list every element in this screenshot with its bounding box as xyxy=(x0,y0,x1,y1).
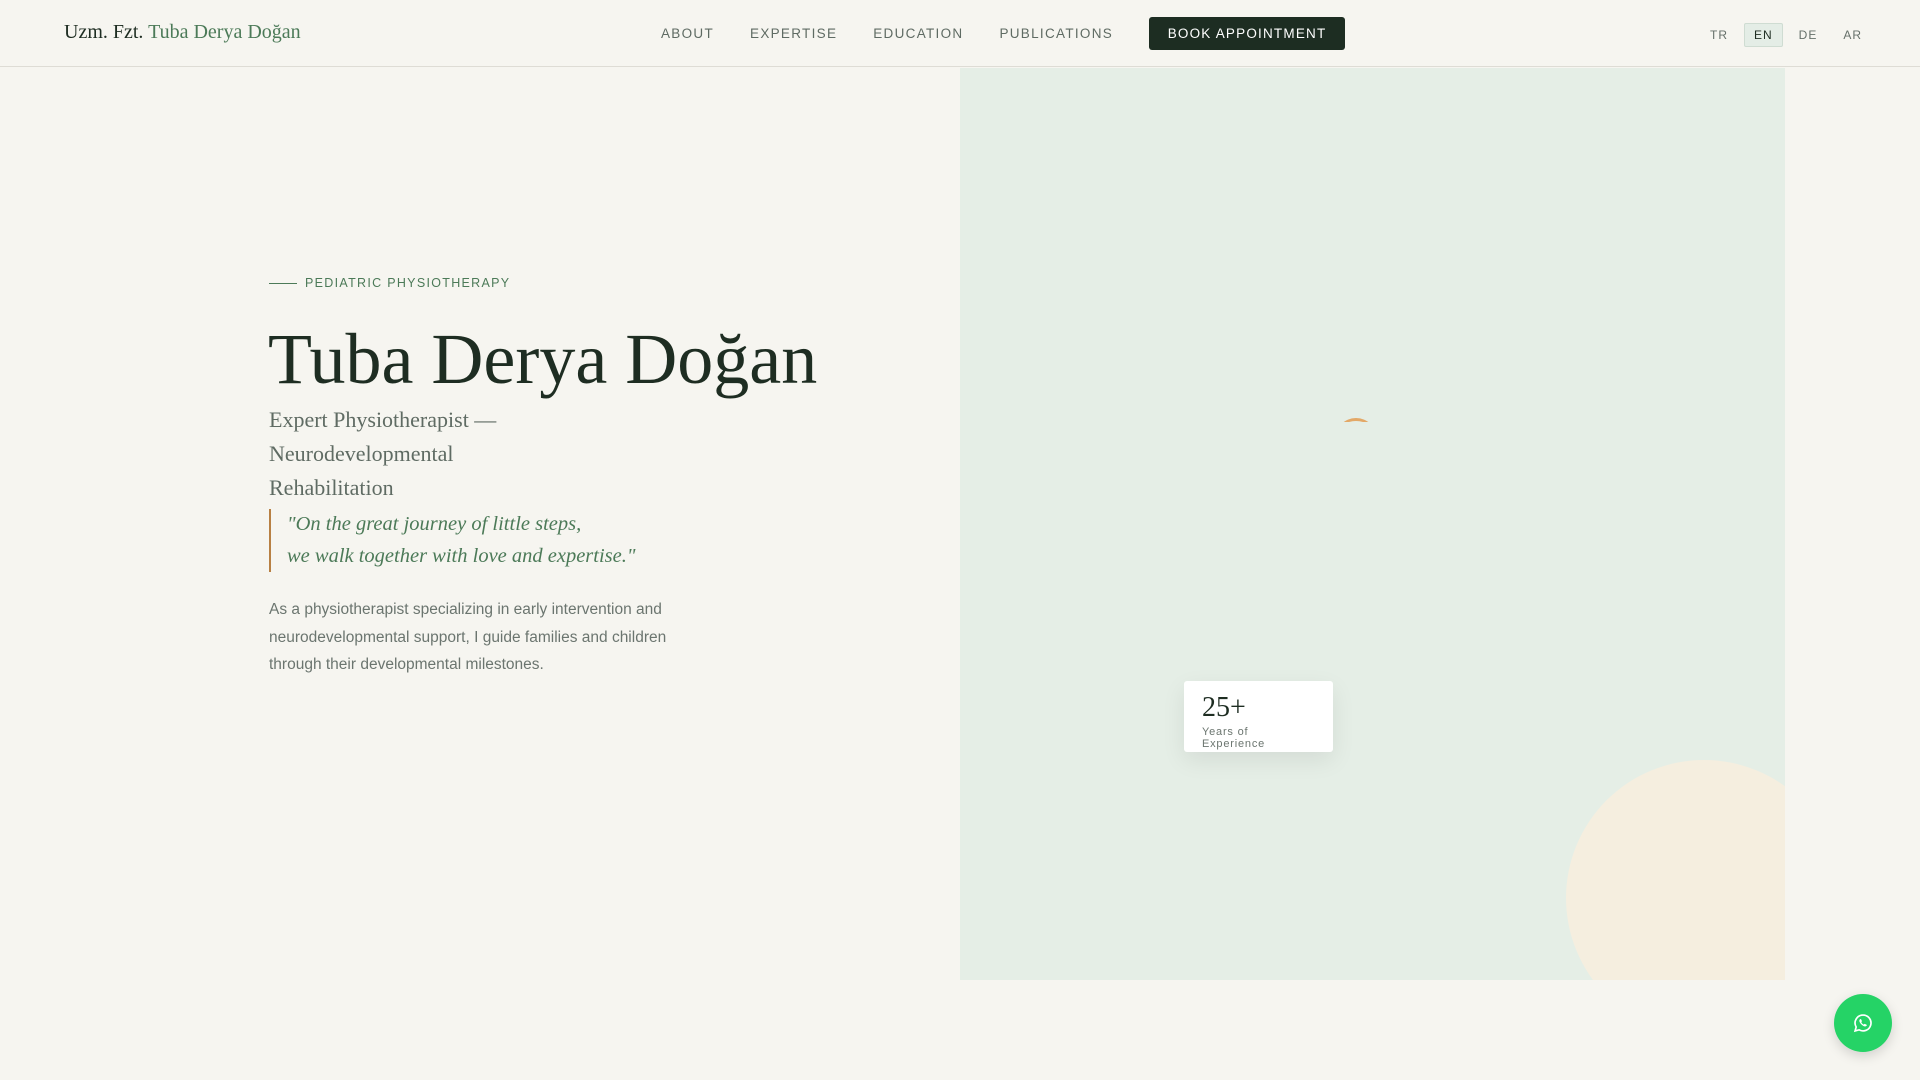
hero-tag: PEDIATRIC PHYSIOTHERAPY xyxy=(269,276,510,290)
quote-line-1: "On the great journey of little steps, xyxy=(287,513,582,535)
hero-image-panel xyxy=(960,68,1785,980)
decorative-arc xyxy=(1335,418,1377,422)
site-header: Uzm. Fzt. Tuba Derya Doğan ABOUT EXPERTI… xyxy=(0,0,1920,67)
quote-line-2: we walk together with love and expertise… xyxy=(287,544,636,567)
experience-label: Years of Experience xyxy=(1202,726,1266,750)
nav-expertise[interactable]: EXPERTISE xyxy=(750,26,837,41)
lang-tr[interactable]: TR xyxy=(1700,23,1738,47)
page-title: Tuba Derya Doğan xyxy=(268,319,818,399)
lang-ar[interactable]: AR xyxy=(1833,23,1872,47)
main-nav: ABOUT EXPERTISE EDUCATION PUBLICATIONS B… xyxy=(661,0,1346,67)
lang-de[interactable]: DE xyxy=(1789,23,1828,47)
experience-value: 25+ xyxy=(1202,692,1246,723)
logo[interactable]: Uzm. Fzt. Tuba Derya Doğan xyxy=(64,21,301,44)
nav-education[interactable]: EDUCATION xyxy=(873,26,963,41)
nav-publications[interactable]: PUBLICATIONS xyxy=(999,26,1113,41)
whatsapp-icon xyxy=(1853,1014,1872,1033)
tag-line xyxy=(269,282,297,284)
decorative-circle xyxy=(1566,760,1785,980)
hero-quote: "On the great journey of little steps, we… xyxy=(269,509,689,572)
logo-name: Tuba Derya Doğan xyxy=(148,21,301,43)
hero-subtitle: Expert Physiotherapist — Neurodevelopment… xyxy=(269,403,569,505)
language-switcher: TR EN DE AR xyxy=(1700,23,1878,47)
whatsapp-button[interactable] xyxy=(1834,994,1892,1052)
nav-about[interactable]: ABOUT xyxy=(661,26,714,41)
tag-text: PEDIATRIC PHYSIOTHERAPY xyxy=(305,276,511,290)
hero-description: As a physiotherapist specializing in ear… xyxy=(269,601,667,673)
book-appointment-button[interactable]: BOOK APPOINTMENT xyxy=(1149,17,1346,50)
subtitle-line-1: Expert Physiotherapist — xyxy=(269,407,497,432)
subtitle-line-2: Neurodevelopmental Rehabilitation xyxy=(269,441,454,500)
experience-card: 25+ Years of Experience xyxy=(1184,681,1333,752)
lang-en[interactable]: EN xyxy=(1744,23,1783,47)
logo-prefix: Uzm. Fzt. xyxy=(64,21,144,43)
